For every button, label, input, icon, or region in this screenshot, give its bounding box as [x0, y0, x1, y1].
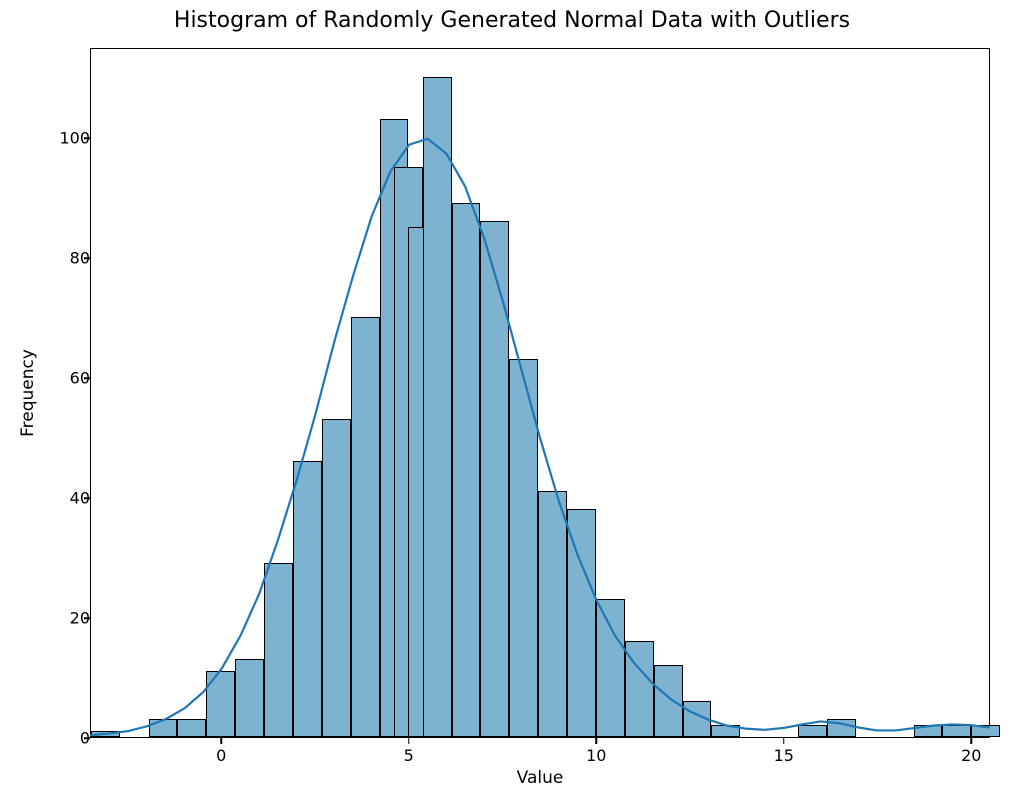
y-tick-mark: [84, 617, 90, 619]
x-tick-mark: [971, 738, 973, 744]
chart-title: Histogram of Randomly Generated Normal D…: [0, 8, 1024, 33]
x-tick-mark: [596, 738, 598, 744]
y-tick-mark: [84, 377, 90, 379]
x-tick-mark: [221, 738, 223, 744]
y-tick-mark: [84, 257, 90, 259]
x-tick-mark: [783, 738, 785, 744]
y-tick-mark: [84, 737, 90, 739]
kde-curve: [91, 139, 989, 735]
x-axis-label: Value: [90, 768, 990, 788]
kde-overlay: [91, 49, 989, 737]
y-tick-mark: [84, 497, 90, 499]
x-tick-mark: [408, 738, 410, 744]
y-tick-mark: [84, 137, 90, 139]
plot-area: [90, 48, 990, 738]
chart-figure: Histogram of Randomly Generated Normal D…: [0, 0, 1024, 805]
y-axis-label: Frequency: [18, 48, 38, 738]
